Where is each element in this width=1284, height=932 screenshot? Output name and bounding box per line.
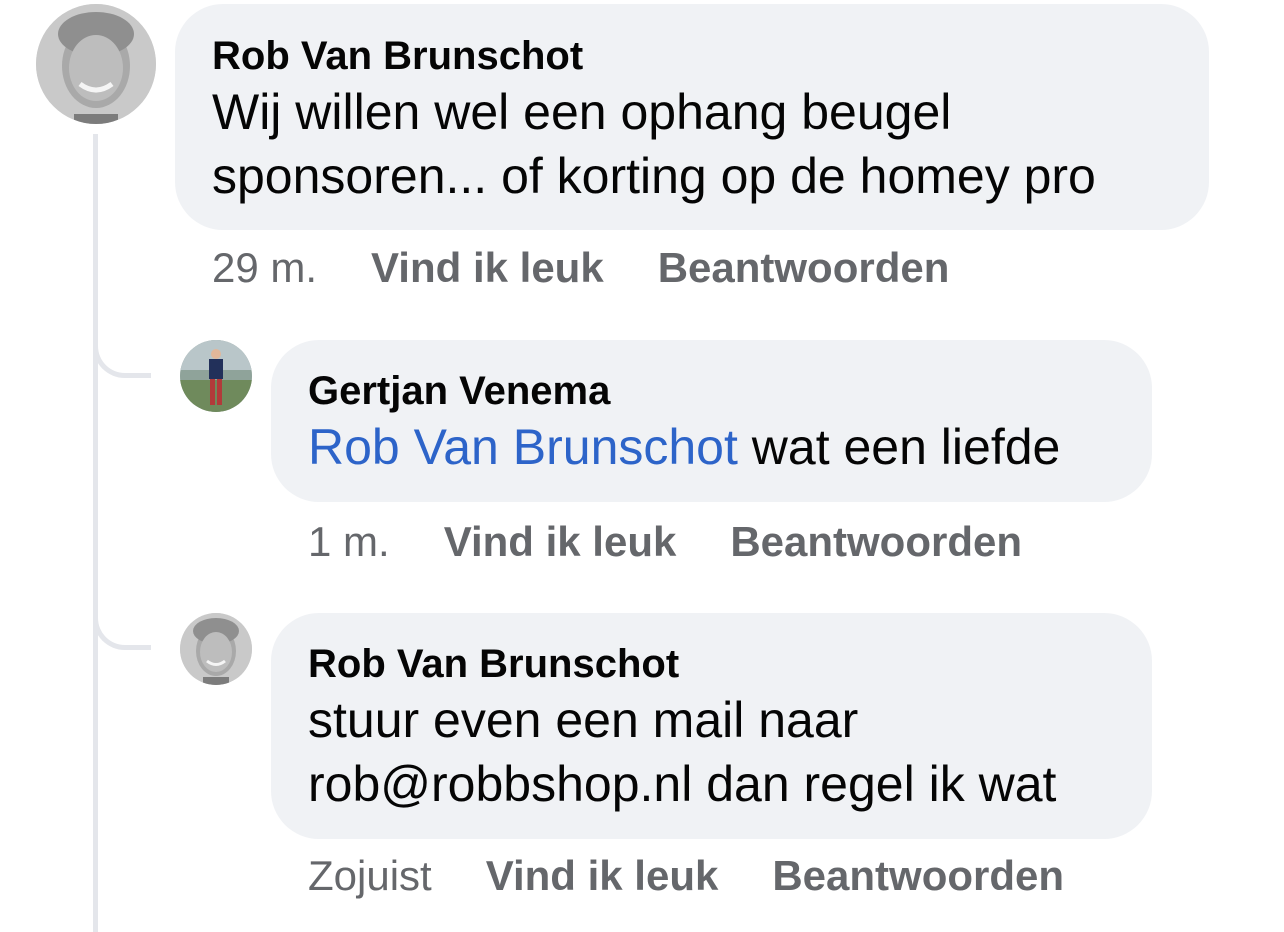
thread-connector	[93, 604, 151, 650]
reply-timestamp[interactable]: Zojuist	[308, 852, 432, 900]
mention-link[interactable]: Rob Van Brunschot	[308, 419, 738, 475]
thread-connector	[93, 332, 151, 378]
reply-text: Rob Van Brunschot wat een liefde	[308, 415, 1115, 479]
comment-actions: 29 m. Vind ik leuk Beantwoorden	[212, 244, 1003, 292]
comment-text-line: Wij willen wel een ophang beugel	[212, 84, 952, 140]
reply-text-line: stuur even een mail naar	[308, 692, 859, 748]
reply-button[interactable]: Beantwoorden	[730, 518, 1022, 566]
avatar[interactable]	[180, 340, 252, 412]
reply-author[interactable]: Gertjan Venema	[308, 367, 1115, 415]
reply-author[interactable]: Rob Van Brunschot	[308, 640, 1115, 688]
profile-photo-icon	[36, 4, 156, 124]
reply-text-body: wat een liefde	[737, 419, 1061, 475]
like-button[interactable]: Vind ik leuk	[486, 852, 719, 900]
reply-bubble: Gertjan Venema Rob Van Brunschot wat een…	[271, 340, 1152, 502]
comment-author[interactable]: Rob Van Brunschot	[212, 32, 1172, 80]
avatar[interactable]	[180, 613, 252, 685]
thread-line	[93, 134, 98, 932]
like-button[interactable]: Vind ik leuk	[444, 518, 677, 566]
profile-photo-icon	[180, 340, 252, 412]
avatar[interactable]	[36, 4, 156, 124]
profile-photo-icon	[180, 613, 252, 685]
reply-actions: Zojuist Vind ik leuk Beantwoorden	[308, 852, 1118, 900]
reply-bubble: Rob Van Brunschot stuur even een mail na…	[271, 613, 1152, 839]
reply-text-line: rob@robbshop.nl dan regel ik wat	[308, 756, 1057, 812]
like-button[interactable]: Vind ik leuk	[371, 244, 604, 292]
comment-timestamp[interactable]: 29 m.	[212, 244, 317, 292]
reply-timestamp[interactable]: 1 m.	[308, 518, 390, 566]
reply-button[interactable]: Beantwoorden	[772, 852, 1064, 900]
comment-bubble: Rob Van Brunschot Wij willen wel een oph…	[175, 4, 1209, 230]
comment-text-line: sponsoren... of korting op de homey pro	[212, 148, 1096, 204]
reply-actions: 1 m. Vind ik leuk Beantwoorden	[308, 518, 1076, 566]
reply-button[interactable]: Beantwoorden	[658, 244, 950, 292]
